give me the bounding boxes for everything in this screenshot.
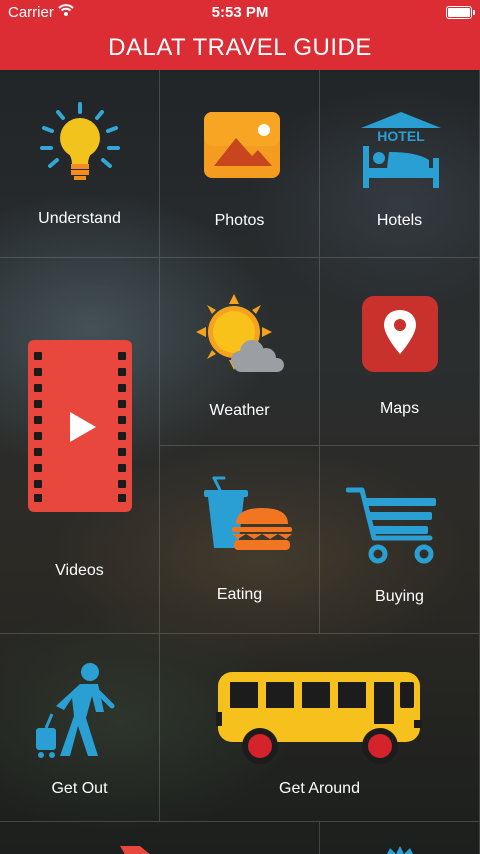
menu-item-get-around[interactable]: Get Around xyxy=(160,634,480,822)
menu-item-eating[interactable]: Eating xyxy=(160,446,320,634)
menu-item-photos[interactable]: Photos xyxy=(160,70,320,258)
menu-item-partial-right[interactable] xyxy=(320,822,480,854)
menu-label-buying: Buying xyxy=(375,588,424,605)
menu-label-eating: Eating xyxy=(216,586,263,603)
menu-item-weather[interactable]: Weather xyxy=(160,258,320,446)
food-drink-icon xyxy=(204,476,292,550)
menu-label-weather: Weather xyxy=(209,402,270,419)
weather-sun-cloud-icon xyxy=(196,294,284,372)
clock: 5:53 PM xyxy=(211,4,269,21)
menu-label-hotels: Hotels xyxy=(376,212,423,229)
menu-label-photos: Photos xyxy=(214,212,265,229)
hotel-sign-text: HOTEL xyxy=(377,128,425,144)
menu-item-hotels[interactable]: HOTEL Hotels xyxy=(320,70,480,258)
menu-label-understand: Understand xyxy=(38,210,121,227)
status-bar: Carrier 5:53 PM xyxy=(0,0,480,24)
hotel-bed-icon: HOTEL xyxy=(361,112,441,188)
menu-item-get-out[interactable]: Get Out xyxy=(0,634,160,822)
menu-label-get-around: Get Around xyxy=(279,780,360,797)
crown-icon xyxy=(387,846,413,854)
shopping-cart-icon xyxy=(346,487,436,564)
app-screen: Carrier 5:53 PM DALAT TRAVEL GUIDE Under… xyxy=(0,0,480,854)
menu-item-videos[interactable]: Videos xyxy=(0,258,160,634)
page-title: DALAT TRAVEL GUIDE xyxy=(108,34,372,61)
lightbulb-icon xyxy=(40,102,120,180)
menu-item-partial-left[interactable] xyxy=(0,822,320,854)
traveler-luggage-icon xyxy=(36,663,115,758)
bus-icon xyxy=(216,672,422,764)
menu-item-buying[interactable]: Buying xyxy=(320,446,480,634)
menu-label-get-out: Get Out xyxy=(51,780,108,797)
photo-icon xyxy=(204,112,280,178)
menu-item-understand[interactable]: Understand xyxy=(0,70,160,258)
map-pin-icon xyxy=(362,296,438,372)
plane-icon xyxy=(120,846,150,854)
video-film-icon xyxy=(28,340,132,512)
battery-icon xyxy=(446,6,475,19)
menu-label-videos: Videos xyxy=(55,562,104,579)
nav-bar: DALAT TRAVEL GUIDE xyxy=(0,24,480,70)
menu-label-maps: Maps xyxy=(379,400,420,417)
menu-item-maps[interactable]: Maps xyxy=(320,258,480,446)
